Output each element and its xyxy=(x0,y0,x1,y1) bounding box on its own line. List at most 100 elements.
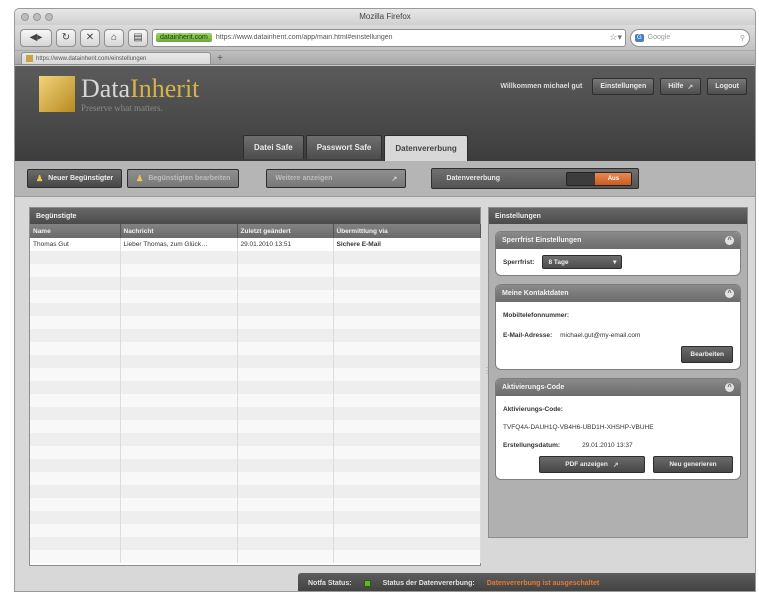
email-value: michael.gut@my-email.com xyxy=(560,331,641,339)
home-icon: ⌂ xyxy=(110,32,118,43)
empty-cell xyxy=(120,381,238,394)
activation-code-value: TVFQ4A-DAUH1Q-VB4H6-UBD1H-XHSHP-VBUHE xyxy=(503,423,654,431)
empty-cell xyxy=(120,264,238,277)
recipients-panel: Begünstigte Name Nachricht Zuletzt geänd… xyxy=(29,207,481,566)
empty-cell xyxy=(30,329,121,342)
search-icon[interactable]: ⚲ xyxy=(740,34,745,42)
browser-tab[interactable]: https://www.datainherit.com/einstellunge… xyxy=(21,52,211,64)
regenerate-button[interactable]: Neu generieren xyxy=(653,456,733,473)
empty-cell xyxy=(120,472,238,485)
empty-table-row xyxy=(30,433,481,446)
search-input[interactable]: Google xyxy=(648,34,671,41)
collapse-icon[interactable]: ^ xyxy=(725,236,734,245)
empty-cell xyxy=(120,277,238,290)
tab-password-safe[interactable]: Passwort Safe xyxy=(305,135,383,159)
settings-button[interactable]: Einstellungen xyxy=(592,78,655,95)
address-bar[interactable]: datainherit.com https://www.datainherit.… xyxy=(152,28,626,47)
empty-cell xyxy=(333,264,481,277)
table-row[interactable]: Thomas Gut Lieber Thomas, zum Glück… 29.… xyxy=(30,238,481,251)
empty-cell xyxy=(333,368,481,381)
empty-cell xyxy=(120,485,238,498)
tab-data-inheritance[interactable]: Datenvererbung xyxy=(384,135,468,161)
column-header-message[interactable]: Nachricht xyxy=(120,224,238,238)
tab-file-safe[interactable]: Datei Safe xyxy=(243,135,304,159)
stop-icon: ✕ xyxy=(85,32,95,43)
empty-cell xyxy=(30,355,121,368)
ssl-identity-badge[interactable]: datainherit.com xyxy=(156,33,212,42)
bookmark-star-icon[interactable]: ☆▾ xyxy=(609,32,622,43)
search-bar[interactable]: G Google ⚲ xyxy=(630,28,750,47)
new-tab-button[interactable]: + xyxy=(213,52,227,64)
logo-mark-icon xyxy=(39,76,75,112)
url-text[interactable]: https://www.datainherit.com/app/main.htm… xyxy=(216,34,606,41)
back-icon: ◀▸ xyxy=(29,32,43,43)
search-engine-icon[interactable]: G xyxy=(635,33,644,42)
empty-table-row xyxy=(30,342,481,355)
empty-cell xyxy=(333,381,481,394)
creation-date-value: 29.01.2010 13:37 xyxy=(582,441,633,449)
empty-cell xyxy=(30,511,121,524)
lock-period-title: Sperrfrist Einstellungen xyxy=(502,237,582,244)
empty-cell xyxy=(120,550,238,563)
empty-cell xyxy=(30,368,121,381)
logout-button[interactable]: Logout xyxy=(707,78,747,95)
inheritance-toggle-group: Datenvererbung Aus xyxy=(431,168,640,189)
close-window-button[interactable] xyxy=(21,13,29,21)
empty-cell xyxy=(30,381,121,394)
email-label: E-Mail-Adresse: xyxy=(503,331,553,339)
help-button[interactable]: Hilfe ↗ xyxy=(660,78,702,95)
edit-contact-button[interactable]: Bearbeiten xyxy=(681,346,733,363)
edit-recipient-button[interactable]: ♟ Begünstigten bearbeiten xyxy=(127,169,240,188)
creation-date-label: Erstellungsdatum: xyxy=(503,441,561,449)
browser-navbar: ◀▸ ↻ ✕ ⌂ ▤ datainherit.com https://www.d… xyxy=(15,25,755,51)
empty-cell xyxy=(30,420,121,433)
zoom-window-button[interactable] xyxy=(45,13,53,21)
empty-cell xyxy=(120,511,238,524)
empty-cell xyxy=(333,511,481,524)
empty-cell xyxy=(120,407,238,420)
show-pdf-button[interactable]: PDF anzeigen ↗ xyxy=(539,456,645,473)
column-header-name[interactable]: Name xyxy=(30,224,121,238)
window-controls xyxy=(21,13,53,21)
back-forward-button[interactable]: ◀▸ xyxy=(20,28,52,47)
empty-cell xyxy=(237,394,334,407)
empty-cell xyxy=(120,355,238,368)
cell-via: Sichere E-Mail xyxy=(333,238,481,251)
column-header-via[interactable]: Übermittlung via xyxy=(333,224,481,238)
empty-cell xyxy=(120,316,238,329)
minimize-window-button[interactable] xyxy=(33,13,41,21)
settings-panel-title: Einstellungen xyxy=(489,208,747,224)
home-button[interactable]: ⌂ xyxy=(104,28,124,47)
empty-cell xyxy=(237,277,334,290)
reload-button[interactable]: ↻ xyxy=(56,28,76,47)
empty-cell xyxy=(237,264,334,277)
stop-button[interactable]: ✕ xyxy=(80,28,100,47)
collapse-icon[interactable]: ^ xyxy=(725,383,734,392)
empty-cell xyxy=(30,264,121,277)
empty-cell xyxy=(333,420,481,433)
empty-cell xyxy=(333,498,481,511)
empty-cell xyxy=(30,459,121,472)
empty-table-row xyxy=(30,550,481,563)
collapse-icon[interactable]: ^ xyxy=(725,289,734,298)
new-recipient-button[interactable]: ♟ Neuer Begünstigter xyxy=(27,169,123,188)
empty-cell xyxy=(333,303,481,316)
table-header-row: Name Nachricht Zuletzt geändert Übermitt… xyxy=(30,224,481,238)
lock-period-select[interactable]: 8 Tage ▾ xyxy=(542,255,623,269)
empty-cell xyxy=(30,407,121,420)
empty-table-row xyxy=(30,524,481,537)
recipients-table-body: Thomas Gut Lieber Thomas, zum Glück… 29.… xyxy=(30,238,481,563)
column-header-changed[interactable]: Zuletzt geändert xyxy=(237,224,334,238)
external-link-icon: ↗ xyxy=(391,175,398,183)
inheritance-toggle-switch[interactable]: Aus xyxy=(566,171,633,186)
logo: DataInherit Preserve what matters. xyxy=(39,76,199,113)
empty-table-row xyxy=(30,459,481,472)
activation-header: Aktivierungs-Code ^ xyxy=(496,379,740,396)
logo-tagline: Preserve what matters. xyxy=(81,103,163,113)
panel-splitter-handle[interactable]: ⋮ xyxy=(483,366,491,406)
empty-cell xyxy=(30,394,121,407)
more-button[interactable]: Weitere anzeigen ↗ xyxy=(266,169,407,188)
empty-cell xyxy=(30,342,121,355)
status-bar: Notfa Status: Status der Datenvererbung:… xyxy=(298,573,755,591)
bookmarks-button[interactable]: ▤ xyxy=(128,28,148,47)
